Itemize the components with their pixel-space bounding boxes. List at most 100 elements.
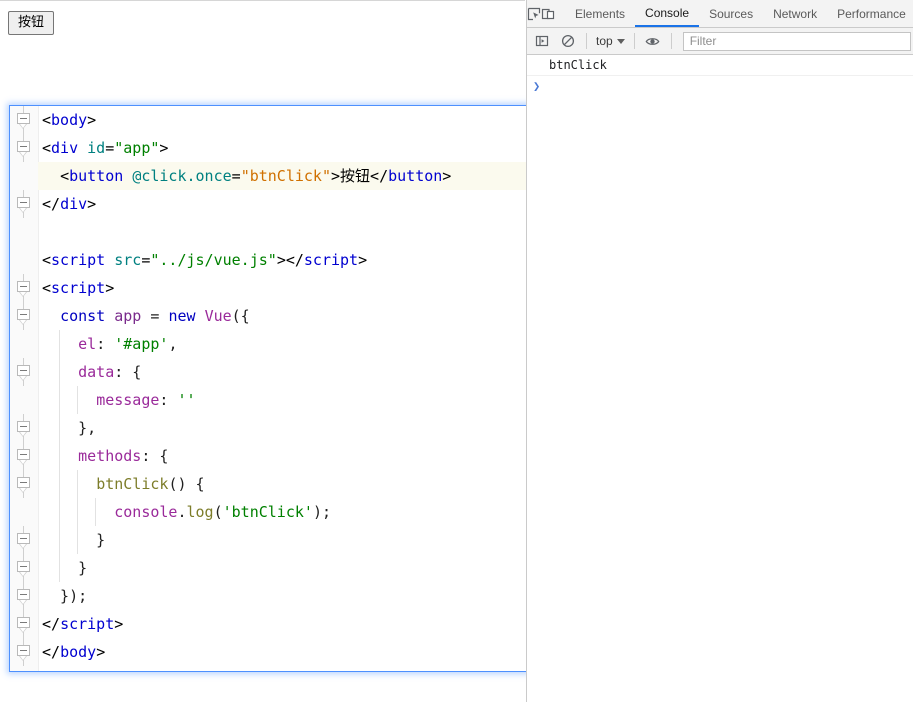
fold-collapse-icon[interactable]	[17, 589, 30, 600]
code-line[interactable]: </body>	[38, 638, 536, 666]
fold-tip-icon	[19, 572, 27, 577]
code-line[interactable]: <script src="../js/vue.js"></script>	[38, 246, 536, 274]
fold-toggle[interactable]	[10, 554, 38, 582]
code-line[interactable]: }	[38, 554, 536, 582]
code-line[interactable]: <script>	[38, 274, 536, 302]
code-line[interactable]: },	[38, 414, 536, 442]
fold-collapse-icon[interactable]	[17, 365, 30, 376]
code-line[interactable]: console.log('btnClick');	[38, 498, 536, 526]
code-line[interactable]: });	[38, 582, 536, 610]
devtools-tab-bar: Elements Console Sources Network Perform…	[527, 0, 913, 28]
console-context-selector[interactable]: top	[592, 34, 629, 48]
code-line[interactable]: methods: {	[38, 442, 536, 470]
fold-collapse-icon[interactable]	[17, 561, 30, 572]
fold-toggle[interactable]	[10, 302, 38, 330]
fold-toggle[interactable]	[10, 638, 38, 666]
code-token-punct: <	[42, 139, 52, 157]
tab-console[interactable]: Console	[635, 1, 700, 27]
filterbar-separator-3	[670, 33, 672, 49]
code-token-attr: @click.once	[132, 167, 232, 185]
code-content-area[interactable]: <body> <div id="app"> <button @click.once…	[38, 106, 536, 671]
code-token-prop: data	[78, 363, 115, 381]
console-input-row[interactable]: ❯	[527, 76, 913, 96]
code-token-fn: log	[186, 503, 214, 521]
code-token-ident: app	[114, 307, 142, 325]
inspect-element-icon[interactable]	[527, 1, 541, 27]
fold-collapse-icon[interactable]	[17, 141, 30, 152]
page-action-button[interactable]: 按钮	[8, 11, 55, 35]
fold-toggle[interactable]	[10, 106, 38, 134]
fold-toggle[interactable]	[10, 582, 38, 610]
code-line[interactable]: <div id="app">	[38, 134, 536, 162]
code-token-str: ''	[177, 391, 196, 409]
code-line[interactable]	[38, 218, 536, 246]
console-output-area[interactable]: btnClick ❯	[527, 55, 913, 702]
fold-collapse-icon[interactable]	[17, 533, 30, 544]
fold-collapse-icon[interactable]	[17, 421, 30, 432]
code-line[interactable]: <button @click.once="btnClick">按钮</butto…	[38, 162, 536, 190]
fold-toggle[interactable]	[10, 134, 38, 162]
prompt-chevron-icon: ❯	[533, 79, 541, 93]
code-line[interactable]: message: ''	[38, 386, 536, 414]
code-line[interactable]: const app = new Vue({	[38, 302, 536, 330]
fold-toggle[interactable]	[10, 358, 38, 386]
fold-toggle[interactable]	[10, 190, 38, 218]
code-line[interactable]: <body>	[38, 106, 536, 134]
clear-console-icon[interactable]	[555, 28, 581, 54]
code-token-str: '#app'	[114, 335, 169, 353]
code-token-punct: <	[42, 279, 52, 297]
fold-collapse-icon[interactable]	[17, 197, 30, 208]
indent-guide	[59, 554, 60, 582]
code-token-punct: </	[42, 195, 61, 213]
code-line[interactable]: btnClick() {	[38, 470, 536, 498]
tab-performance[interactable]: Performance	[827, 1, 913, 27]
fold-collapse-icon[interactable]	[17, 617, 30, 628]
indent-guide	[77, 470, 78, 498]
fold-collapse-icon[interactable]	[17, 449, 30, 460]
fold-toggle[interactable]	[10, 470, 38, 498]
filterbar-separator-1	[586, 33, 587, 49]
device-toolbar-icon[interactable]	[541, 1, 555, 27]
code-line[interactable]: data: {	[38, 358, 536, 386]
tab-elements[interactable]: Elements	[565, 1, 635, 27]
fold-collapse-icon[interactable]	[17, 309, 30, 320]
console-sidebar-icon[interactable]	[529, 28, 555, 54]
fold-toggle[interactable]	[10, 414, 38, 442]
code-token-obj: console	[114, 503, 178, 521]
code-token-tag: script	[51, 251, 115, 269]
code-fold-gutter[interactable]	[10, 106, 39, 671]
fold-collapse-icon[interactable]	[17, 477, 30, 488]
viewport-top-divider	[0, 0, 525, 1]
fold-collapse-icon[interactable]	[17, 645, 30, 656]
gutter-cell	[10, 162, 38, 190]
fold-collapse-icon[interactable]	[17, 113, 30, 124]
tab-network[interactable]: Network	[763, 1, 827, 27]
fold-collapse-icon[interactable]	[17, 281, 30, 292]
fold-toggle[interactable]	[10, 610, 38, 638]
code-token-punct: >	[331, 167, 341, 185]
code-token-kw: const	[60, 307, 106, 325]
gutter-cell	[10, 386, 38, 414]
code-token-prop: methods	[78, 447, 142, 465]
code-line[interactable]: </div>	[38, 190, 536, 218]
screenshot-root: 按钮 <body> <div id="app"> <button @click.o…	[0, 0, 913, 702]
code-token-text: 按钮	[340, 167, 371, 185]
fold-toggle[interactable]	[10, 442, 38, 470]
fold-toggle[interactable]	[10, 526, 38, 554]
code-line[interactable]: </script>	[38, 610, 536, 638]
code-editor-panel[interactable]: <body> <div id="app"> <button @click.once…	[9, 105, 537, 672]
code-line[interactable]: }	[38, 526, 536, 554]
tab-sources[interactable]: Sources	[699, 1, 763, 27]
live-expression-icon[interactable]	[640, 28, 666, 54]
code-token-kw: new	[168, 307, 196, 325]
indent-guide	[59, 526, 60, 554]
console-filter-input[interactable]	[682, 31, 911, 51]
fold-toggle[interactable]	[10, 274, 38, 302]
code-token-punct: <	[42, 251, 52, 269]
code-line[interactable]: el: '#app',	[38, 330, 536, 358]
